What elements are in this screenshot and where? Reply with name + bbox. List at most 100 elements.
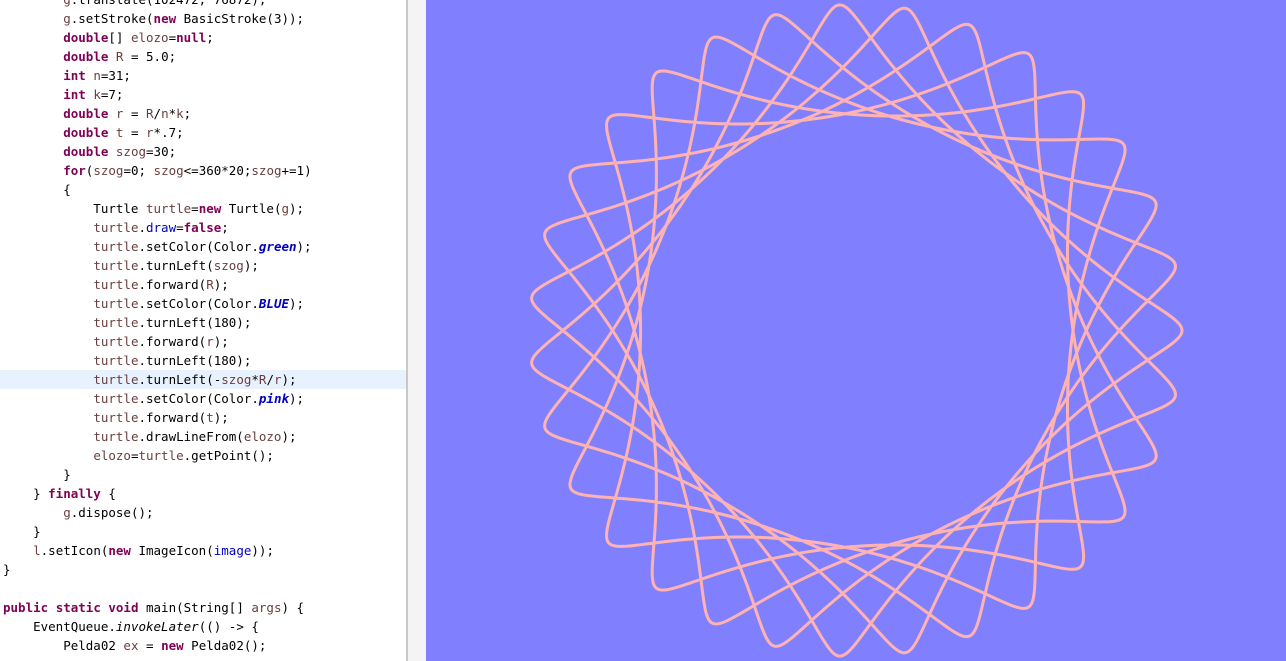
code-line[interactable]: turtle.draw=false; (0, 218, 406, 237)
code-token: szog (213, 258, 244, 273)
code-token: void (108, 600, 139, 615)
code-token: +=1) (281, 163, 312, 178)
code-token: ; (183, 106, 192, 121)
window-border (408, 0, 426, 661)
code-line[interactable]: double t = r*.7; (0, 123, 406, 142)
code-token: g (63, 11, 71, 26)
code-editor[interactable]: g.translate(102472, 76872); g.setStroke(… (0, 0, 406, 661)
code-token: * (168, 106, 177, 121)
code-line[interactable]: g.setStroke(new BasicStroke(3)); (0, 9, 406, 28)
code-token: r (273, 372, 282, 387)
code-token: ); (289, 296, 305, 311)
code-token: elozo (243, 429, 282, 444)
code-line[interactable]: int n=31; (0, 66, 406, 85)
code-line[interactable]: int k=7; (0, 85, 406, 104)
code-line[interactable]: } finally { (0, 484, 406, 503)
code-token: turtle (93, 258, 139, 273)
code-line[interactable]: turtle.drawLineFrom(elozo); (0, 427, 406, 446)
code-token: = (176, 220, 184, 235)
code-token: turtle (93, 296, 139, 311)
code-token: szog (153, 163, 184, 178)
code-token: R (206, 277, 214, 292)
code-token: g (63, 505, 71, 520)
code-token: turtle (93, 239, 139, 254)
code-token: } (3, 562, 11, 577)
code-line[interactable] (0, 579, 406, 598)
code-token: ); (281, 372, 297, 387)
code-token: r (146, 125, 154, 140)
code-token: .forward( (138, 277, 207, 292)
code-line[interactable]: double r = R/n*k; (0, 104, 406, 123)
code-token: } (3, 524, 41, 539)
code-line[interactable]: } (0, 465, 406, 484)
code-line[interactable]: } (0, 560, 406, 579)
code-line[interactable]: g.translate(102472, 76872); (0, 0, 406, 9)
code-token: * (251, 372, 259, 387)
code-line[interactable]: elozo=turtle.getPoint(); (0, 446, 406, 465)
code-token: ex (123, 638, 139, 653)
code-token: szog (221, 372, 252, 387)
code-line[interactable]: g.dispose(); (0, 503, 406, 522)
code-token: <=360*20; (183, 163, 252, 178)
code-line[interactable]: double[] elozo=null; (0, 28, 406, 47)
code-token: turtle (93, 334, 139, 349)
code-line[interactable]: turtle.turnLeft(szog); (0, 256, 406, 275)
code-token: k (176, 106, 184, 121)
code-line[interactable]: double R = 5.0; (0, 47, 406, 66)
code-token: r (206, 334, 214, 349)
code-line[interactable]: turtle.forward(r); (0, 332, 406, 351)
code-token: turtle (93, 277, 139, 292)
code-line[interactable]: turtle.turnLeft(-szog*R/r); (0, 370, 406, 389)
code-token: Pelda02 (3, 638, 124, 653)
code-token: pink (258, 391, 289, 406)
code-line[interactable]: for(szog=0; szog<=360*20;szog+=1) (0, 161, 406, 180)
code-token: new (108, 543, 131, 558)
code-line[interactable]: turtle.forward(R); (0, 275, 406, 294)
code-line[interactable]: } (0, 522, 406, 541)
code-line[interactable]: l.setIcon(new ImageIcon(image)); (0, 541, 406, 560)
spirograph-curve (530, 3, 1184, 658)
code-line[interactable]: turtle.setColor(Color.BLUE); (0, 294, 406, 313)
code-token: g (281, 201, 290, 216)
code-line[interactable]: turtle.forward(t); (0, 408, 406, 427)
code-line[interactable]: { (0, 180, 406, 199)
code-line[interactable]: EventQueue.invokeLater(() -> { (0, 617, 406, 636)
code-token: double (63, 30, 109, 45)
code-line[interactable]: turtle.turnLeft(180); (0, 351, 406, 370)
code-token: [] (108, 30, 131, 45)
code-line[interactable]: turtle.setColor(Color.green); (0, 237, 406, 256)
code-token: k (93, 87, 101, 102)
code-line[interactable]: Pelda02 ex = new Pelda02(); (0, 636, 406, 655)
code-token: int (63, 87, 86, 102)
code-token: .setColor(Color. (138, 239, 259, 254)
code-token: = (138, 638, 162, 653)
code-token: ; (206, 30, 214, 45)
code-token: = (123, 106, 147, 121)
code-token: static (55, 600, 101, 615)
code-line[interactable]: double szog=30; (0, 142, 406, 161)
code-token: turtle (93, 315, 139, 330)
code-line[interactable]: Turtle turtle=new Turtle(g); (0, 199, 406, 218)
code-token: n (93, 68, 101, 83)
drawing-canvas (426, 0, 1286, 661)
code-token: .getPoint(); (183, 448, 274, 463)
code-token: Turtle( (221, 201, 282, 216)
code-token: .forward( (138, 410, 207, 425)
code-token: main(String[] (138, 600, 252, 615)
code-token: . (138, 220, 146, 235)
code-line[interactable]: turtle.setColor(Color.pink); (0, 389, 406, 408)
code-token: .drawLineFrom( (138, 429, 244, 444)
code-line[interactable]: public static void main(String[] args) { (0, 598, 406, 617)
code-token: ) { (281, 600, 305, 615)
code-token: new (198, 201, 222, 216)
code-line[interactable]: turtle.turnLeft(180); (0, 313, 406, 332)
